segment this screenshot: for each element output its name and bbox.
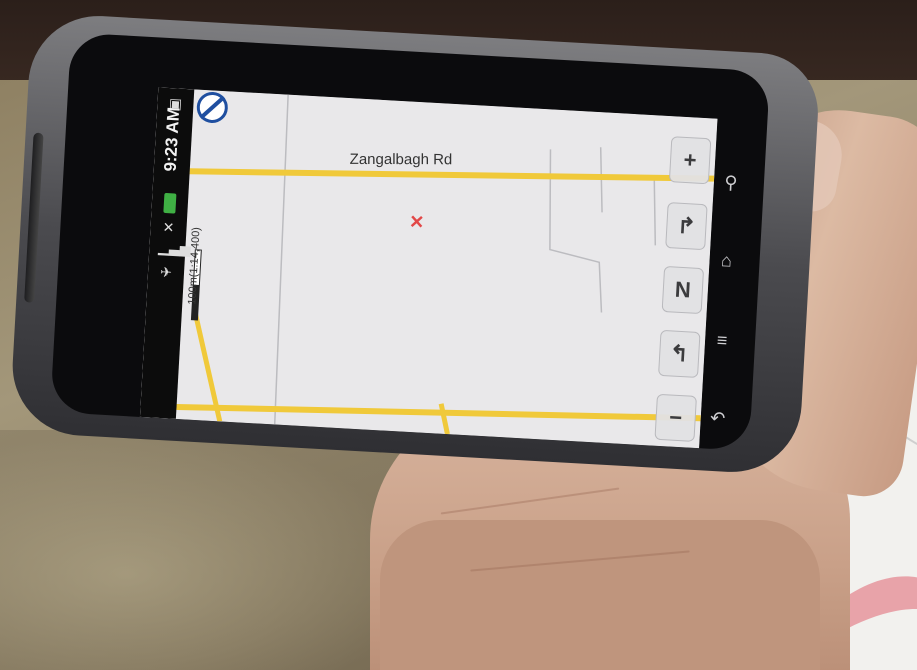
no-sim-icon: ✕ [162, 218, 175, 236]
compass-button[interactable]: N [661, 265, 705, 315]
status-time: 9:23 AM [160, 106, 184, 173]
phone: ▣ ▁▃▅ ✕ ✈ 9:23 AM 100m(1:14,400) Zangalb… [8, 12, 822, 476]
road-label: Zangalbagh Rd [349, 150, 453, 169]
rotate-back-button[interactable]: ↰ [658, 329, 701, 379]
menu-icon[interactable]: ≡ [708, 327, 735, 354]
zoom-in-button[interactable]: + [668, 136, 712, 185]
home-icon[interactable]: ⌂ [713, 247, 740, 274]
signal-icon: ▁▃▅ [158, 238, 192, 257]
map-canvas[interactable] [139, 87, 718, 449]
phone-speaker-grille [24, 132, 44, 303]
app-logo-icon[interactable] [192, 87, 232, 127]
gps-icon: ✈ [159, 263, 173, 281]
map-center-marker: ✕ [408, 211, 425, 233]
photo-scene: ▣ ▁▃▅ ✕ ✈ 9:23 AM 100m(1:14,400) Zangalb… [0, 0, 917, 670]
back-icon[interactable]: ↶ [704, 404, 731, 431]
hand-base [380, 520, 820, 670]
phone-front: ▣ ▁▃▅ ✕ ✈ 9:23 AM 100m(1:14,400) Zangalb… [50, 32, 771, 451]
rotate-forward-button[interactable]: ↱ [665, 202, 708, 251]
zoom-out-button[interactable]: − [654, 393, 697, 442]
cloth-fold [0, 430, 420, 670]
search-icon[interactable]: ⚲ [717, 169, 744, 196]
map-screen[interactable]: ▣ ▁▃▅ ✕ ✈ 9:23 AM 100m(1:14,400) Zangalb… [139, 87, 718, 449]
